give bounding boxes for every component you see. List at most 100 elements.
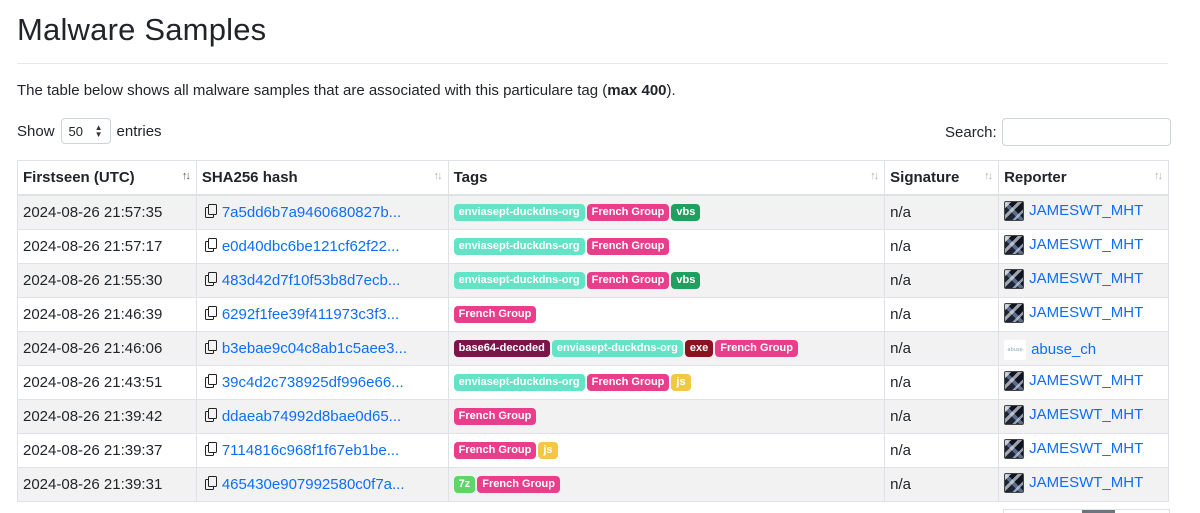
tag-badge[interactable]: exe [684, 340, 714, 358]
copy-icon[interactable] [204, 408, 217, 422]
tag-badge[interactable]: vbs [671, 272, 701, 290]
pagination [1003, 509, 1170, 513]
tag-badge[interactable]: French Group [586, 204, 670, 222]
table-row: 2024-08-26 21:55:30 483d42d7f10f53b8d7ecb… [17, 263, 1169, 298]
sha256-link[interactable]: 7a5dd6b7a9460680827b... [222, 204, 401, 221]
reporter-avatar: ·abuse· [1004, 339, 1027, 360]
reporter-link[interactable]: JAMESWT_MHT [1004, 268, 1144, 289]
tag-badge[interactable]: 7z [453, 476, 476, 494]
sha256-cell: b3ebae9c04c8ab1c5aee3... [195, 331, 449, 366]
select-arrows-icon: ▲ ▼ [94, 123, 103, 139]
tag-badge[interactable]: base64-decoded [453, 340, 550, 358]
reporter-link[interactable]: JAMESWT_MHT [1004, 438, 1144, 459]
copy-icon[interactable] [204, 204, 217, 218]
tags-cell: enviasept-duckdns-org French Group vbs [447, 263, 886, 298]
reporter-link[interactable]: JAMESWT_MHT [1004, 472, 1143, 493]
reporter-name: JAMESWT_MHT [1029, 270, 1144, 287]
tag-badge[interactable]: enviasept-duckdns-org [453, 374, 585, 392]
reporter-avatar [1004, 268, 1025, 289]
reporter-cell: JAMESWT_MHT [998, 229, 1169, 264]
sha256-link[interactable]: 7114816c968f1f67eb1be... [222, 442, 399, 459]
reporter-name: JAMESWT_MHT [1029, 202, 1144, 219]
tag-badge[interactable]: French Group [586, 272, 670, 290]
sha256-link[interactable]: 39c4d2c738925df996e66... [222, 374, 404, 391]
reporter-link[interactable]: JAMESWT_MHT [1004, 370, 1144, 391]
copy-icon[interactable] [204, 442, 217, 456]
column-header-firstseen[interactable]: Firstseen (UTC) ↑↓ [17, 160, 197, 196]
column-header-signature[interactable]: Signature ↑↓ [884, 160, 1000, 196]
reporter-link[interactable]: ·abuse· abuse_ch [1004, 339, 1097, 360]
signature-cell: n/a [884, 263, 1000, 298]
signature-cell: n/a [884, 229, 1000, 264]
copy-icon[interactable] [204, 238, 217, 252]
reporter-name: JAMESWT_MHT [1029, 372, 1144, 389]
reporter-name: abuse_ch [1031, 341, 1097, 358]
search-box: Search: [945, 118, 1171, 146]
sha256-link[interactable]: e0d40dbc6be121cf62f22... [222, 238, 400, 255]
intro-text: The table below shows all malware sample… [17, 82, 676, 99]
copy-icon[interactable] [204, 476, 217, 490]
show-label: Show [17, 122, 55, 140]
firstseen-cell: 2024-08-26 21:46:06 [17, 331, 197, 366]
reporter-link[interactable]: JAMESWT_MHT [1004, 200, 1144, 221]
sha256-cell: ddaeab74992d8bae0d65... [195, 399, 449, 434]
reporter-link[interactable]: JAMESWT_MHT [1004, 404, 1143, 425]
tags-cell: French Group [447, 297, 886, 332]
table-row: 2024-08-26 21:43:51 39c4d2c738925df996e66… [17, 365, 1169, 400]
tag-badge[interactable]: French Group [586, 238, 670, 256]
copy-icon[interactable] [204, 374, 217, 388]
tag-badge[interactable]: French Group [477, 476, 560, 494]
tag-badge[interactable]: enviasept-duckdns-org [453, 272, 585, 290]
reporter-link[interactable]: JAMESWT_MHT [1004, 234, 1143, 255]
copy-icon[interactable] [204, 340, 217, 354]
reporter-cell: ·abuse· abuse_ch [998, 331, 1169, 366]
tag-badge[interactable]: enviasept-duckdns-org [453, 204, 585, 222]
search-input[interactable] [1001, 118, 1171, 146]
tag-badge[interactable]: French Group [453, 306, 537, 324]
sha256-link[interactable]: 465430e907992580c0f7a... [222, 476, 405, 493]
sha256-link[interactable]: 483d42d7f10f53b8d7ecb... [222, 272, 401, 289]
sha256-cell: 483d42d7f10f53b8d7ecb... [195, 263, 449, 298]
table-body: 2024-08-26 21:57:35 7a5dd6b7a9460680827b.… [17, 194, 1169, 502]
column-header-tags[interactable]: Tags ↑↓ [447, 160, 886, 196]
sort-icon: ↑↓ [1154, 170, 1163, 182]
sha256-cell: 465430e907992580c0f7a... [195, 467, 449, 502]
entries-select-value: 50 [68, 123, 83, 139]
table-header-row: Firstseen (UTC) ↑↓ SHA256 hash ↑↓ Tags ↑↓ S… [17, 160, 1169, 196]
sort-desc-icon: ↑↓ [181, 170, 191, 182]
entries-select[interactable]: 50 ▲ ▼ [60, 118, 111, 144]
reporter-avatar [1004, 472, 1025, 493]
column-header-sha256[interactable]: SHA256 hash ↑↓ [195, 160, 449, 196]
tag-badge[interactable]: enviasept-duckdns-org [453, 238, 585, 256]
reporter-cell: JAMESWT_MHT [998, 365, 1169, 400]
tag-badge[interactable]: vbs [671, 204, 701, 222]
firstseen-cell: 2024-08-26 21:57:17 [17, 229, 197, 264]
reporter-link[interactable]: JAMESWT_MHT [1004, 302, 1143, 323]
reporter-cell: JAMESWT_MHT [998, 433, 1169, 468]
tag-badge[interactable]: French Group [453, 442, 537, 460]
reporter-cell: JAMESWT_MHT [998, 297, 1169, 332]
sha256-link[interactable]: ddaeab74992d8bae0d65... [222, 408, 401, 425]
sha256-link[interactable]: 6292f1fee39f411973c3f3... [222, 306, 399, 323]
tag-badge[interactable]: French Group [453, 408, 537, 426]
copy-icon[interactable] [204, 306, 217, 320]
entries-label: entries [116, 122, 162, 140]
reporter-cell: JAMESWT_MHT [998, 194, 1169, 230]
reporter-name: JAMESWT_MHT [1029, 440, 1144, 457]
table-row: 2024-08-26 21:57:17 e0d40dbc6be121cf62f22… [17, 229, 1169, 264]
table-row: 2024-08-26 21:39:42 ddaeab74992d8bae0d65.… [17, 399, 1169, 434]
signature-cell: n/a [884, 433, 1000, 468]
table-row: 2024-08-26 21:57:35 7a5dd6b7a9460680827b.… [17, 194, 1169, 230]
tag-badge[interactable]: enviasept-duckdns-org [551, 340, 683, 358]
tag-badge[interactable]: js [538, 442, 558, 460]
tag-badge[interactable]: French Group [586, 374, 670, 392]
tag-badge[interactable]: French Group [715, 340, 798, 358]
copy-icon[interactable] [204, 272, 217, 286]
table-row: 2024-08-26 21:46:06 b3ebae9c04c8ab1c5aee3… [17, 331, 1169, 366]
tag-badge[interactable]: js [671, 374, 691, 392]
column-header-reporter[interactable]: Reporter ↑↓ [998, 160, 1169, 196]
tags-cell: French Group js [447, 433, 886, 468]
sha256-link[interactable]: b3ebae9c04c8ab1c5aee3... [222, 340, 407, 357]
signature-cell: n/a [884, 365, 1000, 400]
firstseen-cell: 2024-08-26 21:39:31 [17, 467, 197, 502]
